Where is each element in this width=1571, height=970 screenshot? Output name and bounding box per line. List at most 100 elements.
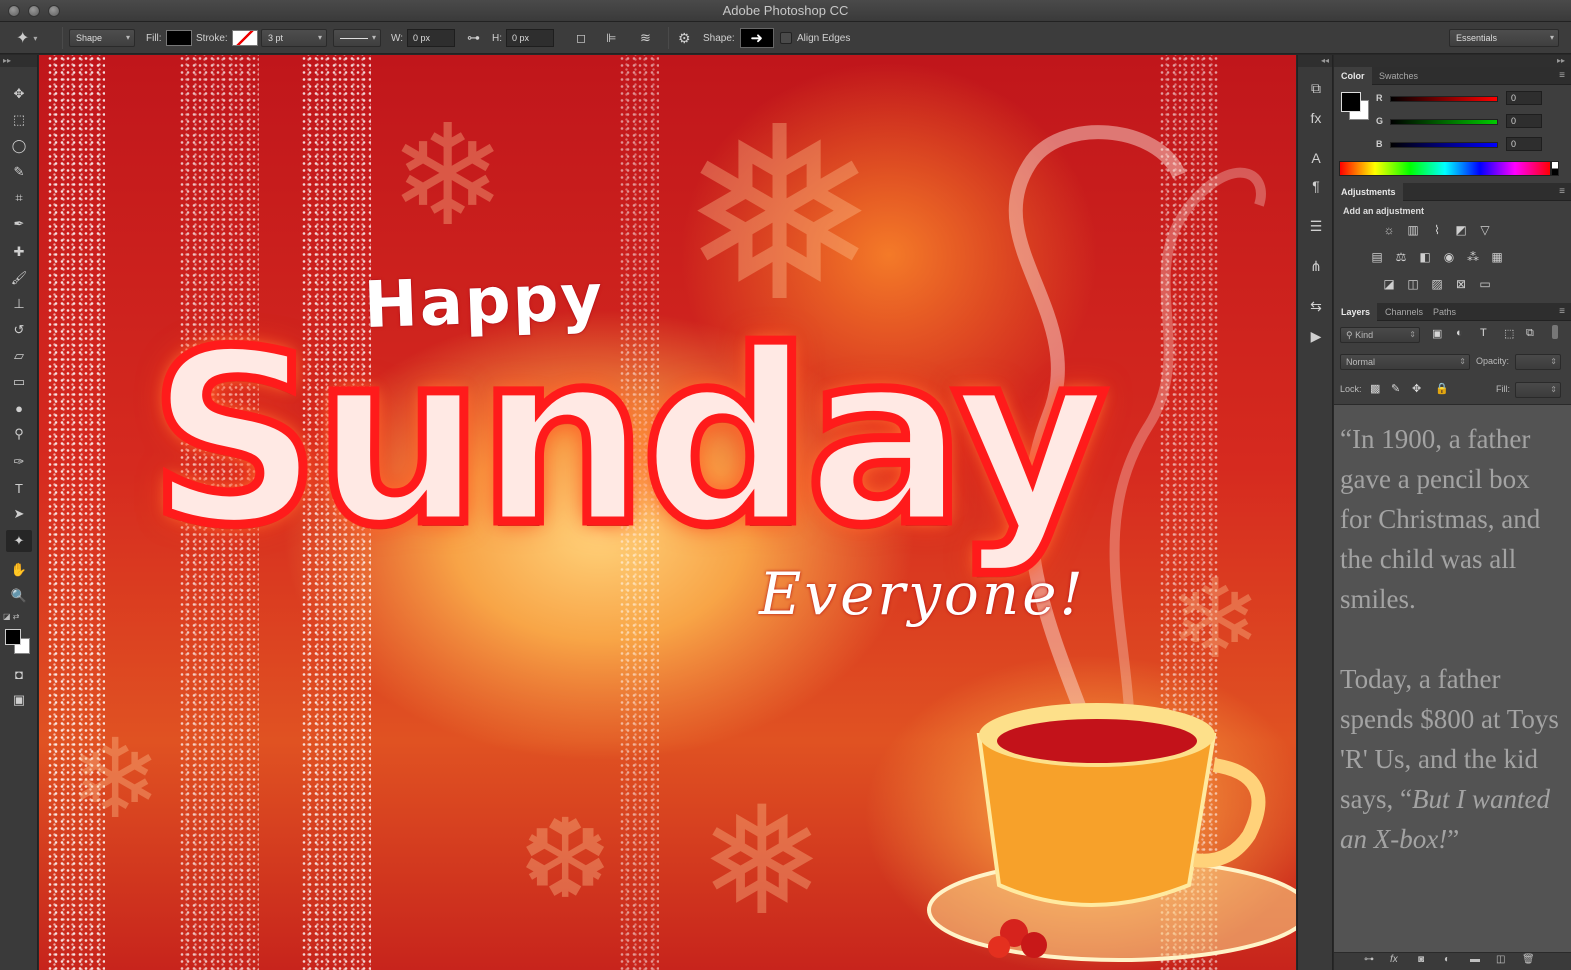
threshold-icon[interactable]: ▨ — [1428, 276, 1446, 292]
lock-transparent-icon[interactable]: ▩ — [1370, 382, 1380, 395]
history-brush-tool-icon[interactable]: ↺ — [6, 319, 32, 341]
blue-value-field[interactable]: 0 — [1506, 137, 1542, 151]
foreground-color-swatch[interactable] — [5, 629, 21, 645]
color-lookup-icon[interactable]: ▦ — [1488, 249, 1506, 265]
shape-layer-filter-icon[interactable]: ⬚ — [1504, 327, 1514, 340]
new-layer-icon[interactable]: ◫ — [1496, 954, 1505, 965]
fill-swatch[interactable] — [165, 30, 192, 46]
selective-color-icon[interactable]: ⊠ — [1452, 276, 1470, 292]
tool-preset-picker[interactable]: ✦ ▾ — [16, 22, 37, 54]
add-mask-icon[interactable]: ◙ — [1418, 954, 1424, 965]
layer-style-icon[interactable]: fx — [1390, 954, 1398, 965]
pixel-layer-filter-icon[interactable]: ▣ — [1432, 327, 1442, 340]
path-operations-icon[interactable]: ◻ — [576, 31, 586, 45]
tab-layers[interactable]: Layers — [1334, 303, 1378, 321]
green-value-field[interactable]: 0 — [1506, 114, 1542, 128]
path-selection-tool-icon[interactable]: ➤ — [6, 503, 32, 525]
zoom-window-button[interactable] — [48, 5, 60, 17]
hand-tool-icon[interactable]: ✋ — [6, 559, 32, 581]
clone-source-panel-icon[interactable]: ⇆ — [1304, 295, 1328, 317]
gradient-tool-icon[interactable]: ▭ — [6, 371, 32, 393]
layers-list[interactable]: “In 1900, a father gave a pencil box for… — [1334, 404, 1571, 952]
hue-saturation-icon[interactable]: ▤ — [1368, 249, 1386, 265]
color-fg-swatch[interactable] — [1341, 92, 1361, 112]
lock-position-icon[interactable]: ✥ — [1412, 382, 1421, 395]
panel-menu-icon[interactable]: ≡ — [1559, 183, 1565, 201]
link-layers-icon[interactable]: ⊶ — [1364, 954, 1374, 965]
tab-channels[interactable]: Channels — [1378, 303, 1430, 321]
path-arrangement-icon[interactable]: ≋ — [640, 30, 651, 46]
height-field[interactable]: 0 px — [506, 29, 554, 47]
filter-toggle-icon[interactable] — [1552, 325, 1558, 339]
shape-picker[interactable]: ➜ — [739, 28, 774, 48]
minimize-window-button[interactable] — [28, 5, 40, 17]
link-icon[interactable]: ⊶ — [467, 30, 480, 46]
panel-menu-icon[interactable]: ≡ — [1559, 303, 1565, 321]
color-spectrum-ramp[interactable] — [1339, 161, 1551, 176]
tab-paths[interactable]: Paths — [1426, 303, 1463, 321]
eraser-tool-icon[interactable]: ▱ — [6, 345, 32, 367]
smart-object-filter-icon[interactable]: ⧉ — [1526, 327, 1534, 340]
posterize-icon[interactable]: ◫ — [1404, 276, 1422, 292]
lock-pixels-icon[interactable]: ✎ — [1391, 382, 1400, 395]
clone-stamp-tool-icon[interactable]: ⊥ — [6, 293, 32, 315]
opacity-field[interactable] — [1515, 354, 1561, 370]
spectrum-bw-swatch[interactable] — [1551, 161, 1559, 176]
align-edges-checkbox[interactable] — [780, 32, 792, 44]
type-tool-icon[interactable]: T — [6, 477, 32, 499]
document-canvas[interactable]: ❄ ❅ ❄ ❆ ❅ ❄ Happy Sunday Everyone! — [39, 55, 1296, 970]
dock-collapse-icon[interactable]: ▸▸ — [1334, 55, 1571, 67]
adjustment-layer-filter-icon[interactable]: ◐ — [1456, 327, 1463, 339]
icon-strip-collapse-icon[interactable]: ◂◂ — [1298, 55, 1332, 67]
tool-mode-dropdown[interactable]: Shape — [69, 29, 135, 47]
black-white-icon[interactable]: ◧ — [1416, 249, 1434, 265]
invert-icon[interactable]: ◪ — [1380, 276, 1398, 292]
custom-shape-tool-button[interactable]: ✦ — [6, 530, 32, 552]
new-group-icon[interactable]: ▬ — [1470, 954, 1480, 965]
gradient-map-icon[interactable]: ▭ — [1476, 276, 1494, 292]
eyedropper-tool-icon[interactable]: ✒ — [6, 213, 32, 235]
tab-adjustments[interactable]: Adjustments — [1334, 183, 1403, 201]
crop-tool-icon[interactable]: ⌗ — [6, 187, 32, 209]
gear-icon[interactable]: ⚙ — [678, 30, 691, 47]
vibrance-icon[interactable]: ▽ — [1476, 222, 1494, 238]
healing-brush-tool-icon[interactable]: ✚ — [6, 241, 32, 263]
close-window-button[interactable] — [8, 5, 20, 17]
lock-all-icon[interactable]: 🔒 — [1435, 382, 1449, 395]
type-layer-filter-icon[interactable]: T — [1480, 327, 1487, 339]
move-tool-icon[interactable]: ✥ — [6, 83, 32, 105]
width-field[interactable]: 0 px — [407, 29, 456, 47]
zoom-tool-icon[interactable]: 🔍 — [6, 585, 32, 607]
stroke-type-dropdown[interactable] — [333, 29, 381, 47]
blur-tool-icon[interactable]: ● — [6, 397, 32, 419]
panel-menu-icon[interactable]: ≡ — [1559, 67, 1565, 85]
workspace-dropdown[interactable]: Essentials — [1449, 29, 1559, 47]
pen-tool-icon[interactable]: ✑ — [6, 451, 32, 473]
layer-fill-field[interactable] — [1515, 382, 1561, 398]
stroke-width-field[interactable]: 3 pt — [261, 29, 327, 47]
lasso-tool-icon[interactable]: ◯ — [6, 135, 32, 157]
dodge-tool-icon[interactable]: ⚲ — [6, 423, 32, 445]
tools-collapse-icon[interactable]: ▸▸ — [0, 55, 37, 67]
blend-mode-dropdown[interactable]: Normal — [1340, 354, 1470, 370]
stroke-swatch[interactable] — [231, 30, 258, 46]
character-panel-icon[interactable]: A — [1304, 147, 1328, 169]
styles-panel-icon[interactable]: fx — [1304, 107, 1328, 129]
brush-presets-panel-icon[interactable]: ⋔ — [1304, 255, 1328, 277]
layer-filter-kind-dropdown[interactable]: ⚲ Kind — [1340, 327, 1420, 343]
red-value-field[interactable]: 0 — [1506, 91, 1542, 105]
levels-icon[interactable]: ▥ — [1404, 222, 1422, 238]
play-action-icon[interactable]: ▶ — [1304, 325, 1328, 347]
default-colors-icon[interactable]: ◪ ⇄ — [3, 612, 19, 621]
channel-mixer-icon[interactable]: ⁂ — [1464, 249, 1482, 265]
properties-panel-icon[interactable]: ☰ — [1304, 215, 1328, 237]
paragraph-panel-icon[interactable]: ¶ — [1304, 175, 1328, 197]
marquee-tool-icon[interactable]: ⬚ — [6, 109, 32, 131]
new-adjustment-layer-icon[interactable]: ◐ — [1444, 954, 1450, 965]
quick-selection-tool-icon[interactable]: ✎ — [6, 161, 32, 183]
delete-layer-icon[interactable]: 🗑 — [1522, 954, 1535, 965]
brightness-contrast-icon[interactable]: ☼ — [1380, 222, 1398, 238]
tab-swatches[interactable]: Swatches — [1372, 67, 1425, 85]
quick-mask-icon[interactable]: ◘ — [6, 663, 32, 685]
tab-color[interactable]: Color — [1334, 67, 1372, 85]
